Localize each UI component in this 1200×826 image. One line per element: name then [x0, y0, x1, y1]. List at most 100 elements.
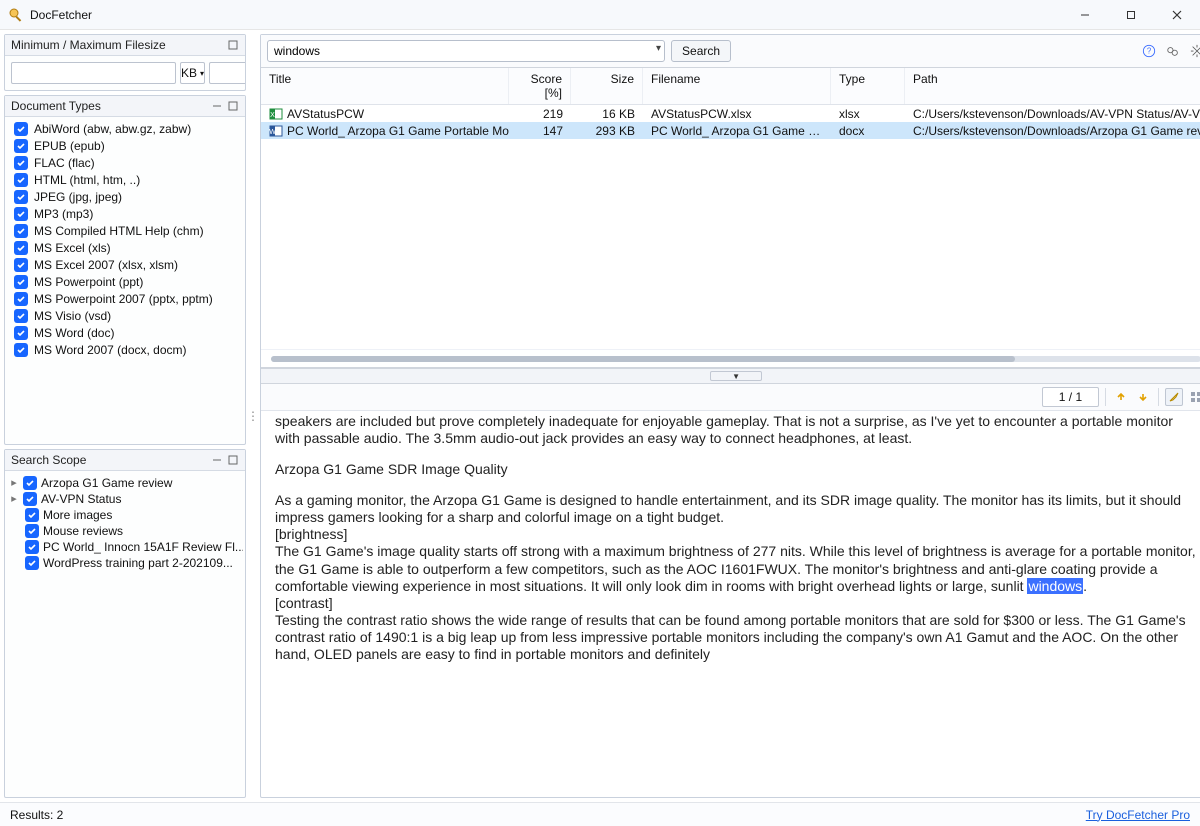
file-icon: W	[269, 124, 283, 138]
doctype-item[interactable]: EPUB (epub)	[8, 137, 242, 154]
scope-label: More images	[43, 508, 112, 522]
search-button[interactable]: Search	[671, 40, 731, 62]
doctypes-panel: Document Types AbiWord (abw, abw.gz, zab…	[4, 95, 246, 445]
checkbox-icon[interactable]	[14, 292, 28, 306]
checkbox-icon[interactable]	[14, 207, 28, 221]
checkbox-icon[interactable]	[14, 343, 28, 357]
doctype-item[interactable]: MS Powerpoint (ppt)	[8, 273, 242, 290]
checkbox-icon[interactable]	[14, 122, 28, 136]
checkbox-icon[interactable]	[14, 258, 28, 272]
checkbox-icon[interactable]	[14, 190, 28, 204]
scope-item[interactable]: More images	[7, 507, 243, 523]
result-type: xlsx	[831, 107, 905, 121]
result-row[interactable]: W PC World_ Arzopa G1 Game Portable Mo...…	[261, 122, 1200, 139]
doctype-label: MS Compiled HTML Help (chm)	[34, 224, 204, 238]
doctype-label: MS Excel 2007 (xlsx, xlsm)	[34, 258, 178, 272]
doctype-item[interactable]: MS Compiled HTML Help (chm)	[8, 222, 242, 239]
preview-text: speakers are included but prove complete…	[275, 413, 1197, 447]
svg-text:X: X	[270, 112, 275, 119]
checkbox-icon[interactable]	[25, 524, 39, 538]
panel-minimize-icon[interactable]	[211, 100, 223, 112]
panel-restore-icon[interactable]	[227, 100, 239, 112]
min-filesize-unit[interactable]: KB▾	[180, 62, 205, 84]
expand-icon[interactable]: ▸	[9, 476, 19, 489]
expand-icon[interactable]: ▸	[9, 492, 19, 505]
panel-restore-icon[interactable]	[227, 454, 239, 466]
doctype-item[interactable]: FLAC (flac)	[8, 154, 242, 171]
result-score: 219	[509, 107, 571, 121]
scope-label: PC World_ Innocn 15A1F Review Fl...	[43, 540, 243, 554]
vertical-splitter[interactable]: ⋮	[250, 34, 256, 798]
col-title[interactable]: Title	[261, 68, 509, 104]
search-input[interactable]	[267, 40, 665, 62]
minimize-button[interactable]	[1062, 0, 1108, 30]
checkbox-icon[interactable]	[14, 275, 28, 289]
prev-match-icon[interactable]	[1112, 388, 1130, 406]
scope-item[interactable]: WordPress training part 2-202109...	[7, 555, 243, 571]
result-row[interactable]: XAVStatusPCW21916 KBAVStatusPCW.xlsxxlsx…	[261, 105, 1200, 122]
preview-collapse-toggle[interactable]: ▼	[261, 368, 1200, 384]
col-path[interactable]: Path	[905, 68, 1200, 104]
preferences-icon[interactable]	[1165, 43, 1181, 59]
min-filesize-input[interactable]	[11, 62, 176, 84]
checkbox-icon[interactable]	[23, 492, 37, 506]
doctype-item[interactable]: MS Word (doc)	[8, 324, 242, 341]
checkbox-icon[interactable]	[14, 139, 28, 153]
preview-heading: Arzopa G1 Game SDR Image Quality	[275, 461, 1197, 478]
layout-toggle-icon[interactable]	[1187, 388, 1200, 406]
svg-text:?: ?	[1147, 47, 1152, 56]
col-score[interactable]: Score [%]	[509, 68, 571, 104]
checkbox-icon[interactable]	[14, 224, 28, 238]
panel-minimize-icon[interactable]	[211, 454, 223, 466]
checkbox-icon[interactable]	[14, 326, 28, 340]
app-icon	[8, 7, 24, 23]
checkbox-icon[interactable]	[25, 556, 39, 570]
doctype-item[interactable]: HTML (html, htm, ..)	[8, 171, 242, 188]
minimize-to-tray-icon[interactable]	[1189, 43, 1200, 59]
doctype-label: MS Powerpoint 2007 (pptx, pptm)	[34, 292, 213, 306]
page-indicator: 1 / 1	[1042, 387, 1099, 407]
highlight-toggle-icon[interactable]	[1165, 388, 1183, 406]
doctype-item[interactable]: JPEG (jpg, jpeg)	[8, 188, 242, 205]
max-filesize-input[interactable]	[209, 62, 245, 84]
panel-restore-icon[interactable]	[227, 39, 239, 51]
result-filename: PC World_ Arzopa G1 Game Porta...	[643, 124, 831, 138]
doctype-item[interactable]: MS Word 2007 (docx, docm)	[8, 341, 242, 358]
col-filename[interactable]: Filename	[643, 68, 831, 104]
scope-label: Mouse reviews	[43, 524, 123, 538]
doctype-item[interactable]: MS Powerpoint 2007 (pptx, pptm)	[8, 290, 242, 307]
checkbox-icon[interactable]	[14, 173, 28, 187]
search-highlight: windows	[1027, 578, 1083, 594]
col-size[interactable]: Size	[571, 68, 643, 104]
checkbox-icon[interactable]	[14, 309, 28, 323]
results-h-scrollbar[interactable]	[261, 349, 1200, 367]
pro-link[interactable]: Try DocFetcher Pro	[1086, 808, 1190, 822]
statusbar: Results: 2 Try DocFetcher Pro	[0, 802, 1200, 826]
doctype-item[interactable]: MS Excel 2007 (xlsx, xlsm)	[8, 256, 242, 273]
checkbox-icon[interactable]	[25, 508, 39, 522]
maximize-button[interactable]	[1108, 0, 1154, 30]
checkbox-icon[interactable]	[14, 241, 28, 255]
next-match-icon[interactable]	[1134, 388, 1152, 406]
checkbox-icon[interactable]	[14, 156, 28, 170]
result-title: PC World_ Arzopa G1 Game Portable Mo...	[287, 124, 509, 138]
scope-item[interactable]: ▸Arzopa G1 Game review	[7, 475, 243, 491]
scope-item[interactable]: PC World_ Innocn 15A1F Review Fl...	[7, 539, 243, 555]
col-type[interactable]: Type	[831, 68, 905, 104]
doctype-label: MS Word 2007 (docx, docm)	[34, 343, 187, 357]
checkbox-icon[interactable]	[25, 540, 39, 554]
doctype-label: MS Word (doc)	[34, 326, 114, 340]
preview-pane[interactable]: speakers are included but prove complete…	[261, 411, 1200, 797]
help-icon[interactable]: ?	[1141, 43, 1157, 59]
checkbox-icon[interactable]	[23, 476, 37, 490]
doctype-item[interactable]: MS Excel (xls)	[8, 239, 242, 256]
doctype-item[interactable]: MS Visio (vsd)	[8, 307, 242, 324]
scope-item[interactable]: ▸AV-VPN Status	[7, 491, 243, 507]
close-button[interactable]	[1154, 0, 1200, 30]
app-window: DocFetcher Minimum / Maximum Filesize KB…	[0, 0, 1200, 826]
doctype-label: MS Powerpoint (ppt)	[34, 275, 143, 289]
doctype-item[interactable]: AbiWord (abw, abw.gz, zabw)	[8, 120, 242, 137]
scope-item[interactable]: Mouse reviews	[7, 523, 243, 539]
search-bar: ▾ Search ?	[261, 35, 1200, 68]
doctype-item[interactable]: MP3 (mp3)	[8, 205, 242, 222]
